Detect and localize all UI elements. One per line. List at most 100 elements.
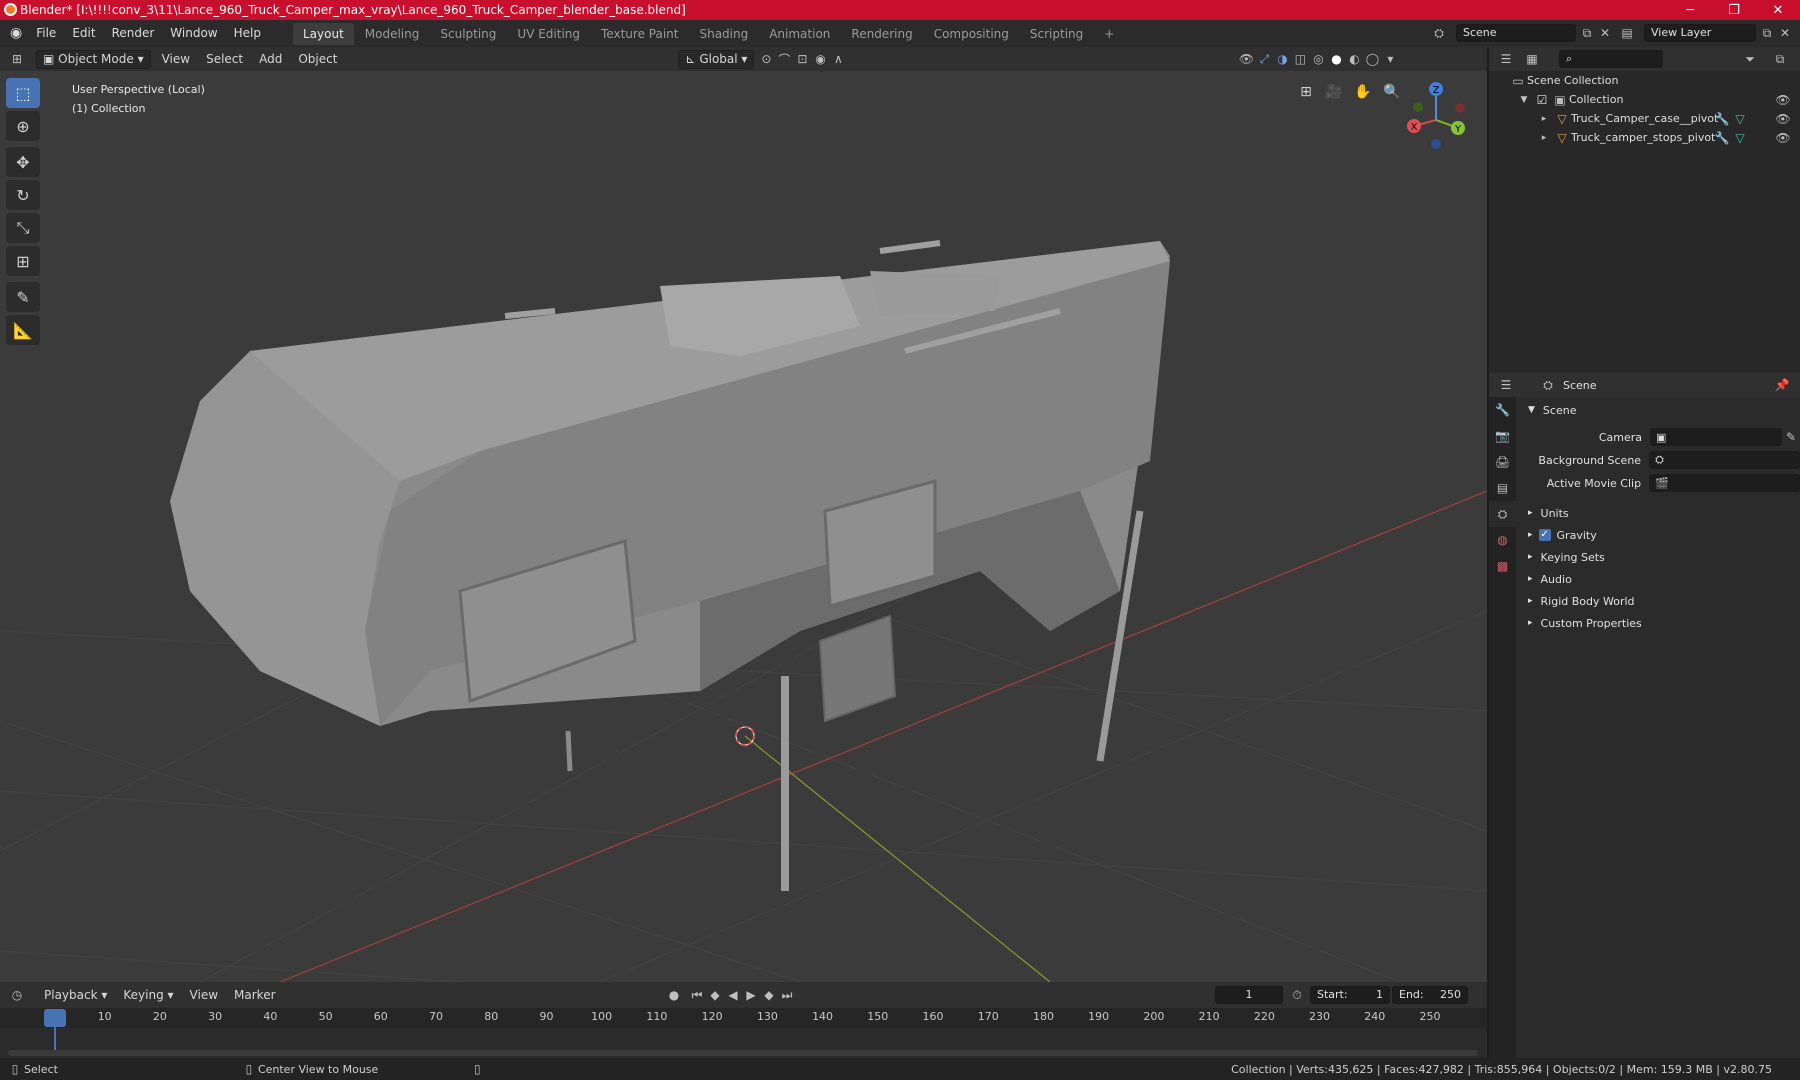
orientation-dropdown[interactable]: ⊾ Global ▾: [678, 49, 755, 69]
custom-properties-panel[interactable]: ▸ Custom Properties: [1518, 612, 1800, 634]
tab-texture-paint[interactable]: Texture Paint: [591, 23, 688, 45]
mesh-data-icon[interactable]: ▽: [1731, 129, 1749, 147]
current-frame-field[interactable]: 1: [1215, 986, 1283, 1004]
stopwatch-icon[interactable]: ⏱: [1288, 986, 1306, 1004]
expand-arrow-icon[interactable]: ▸: [1535, 129, 1553, 147]
material-shading-icon[interactable]: ◐: [1345, 50, 1363, 68]
menu-file[interactable]: File: [28, 20, 64, 47]
rigid-body-world-panel[interactable]: ▸ Rigid Body World: [1518, 590, 1800, 612]
expand-arrow-icon[interactable]: ▸: [1535, 110, 1553, 128]
outliner-row-collection[interactable]: ▼ ☑ ▣ Collection 👁: [1489, 90, 1800, 109]
view-layer-field[interactable]: View Layer: [1644, 24, 1756, 42]
pivot-icon[interactable]: ⊙: [757, 50, 775, 68]
tab-layout[interactable]: Layout: [292, 22, 354, 45]
cursor-tool-icon[interactable]: ⊕: [6, 111, 40, 141]
tab-scripting[interactable]: Scripting: [1020, 23, 1093, 45]
proportional-edit-icon[interactable]: ◉: [811, 50, 829, 68]
gizmo-toggle-icon[interactable]: ⤢: [1255, 50, 1273, 68]
properties-editor-icon[interactable]: ☰: [1497, 376, 1515, 394]
close-button[interactable]: ✕: [1756, 0, 1800, 20]
menu-keying[interactable]: Keying ▾: [115, 985, 181, 1005]
outliner-row-object[interactable]: ▸ ▽ Truck_Camper_case__pivot 🔧 ▽ 👁: [1489, 109, 1800, 128]
start-frame-field[interactable]: Start: 1: [1310, 986, 1390, 1004]
menu-window[interactable]: Window: [162, 20, 225, 47]
menu-timeline-view[interactable]: View: [182, 985, 226, 1005]
menu-select[interactable]: Select: [198, 49, 251, 69]
output-tab-icon[interactable]: 🖨: [1489, 449, 1516, 475]
toggle-grid-icon[interactable]: ⊞: [1293, 79, 1319, 105]
tab-animation[interactable]: Animation: [759, 23, 840, 45]
timeline-scrollbar[interactable]: [8, 1050, 1478, 1056]
checkbox-icon[interactable]: ☑: [1533, 91, 1551, 109]
measure-tool-icon[interactable]: 📐: [6, 315, 40, 345]
blender-menu-icon[interactable]: ◉: [0, 20, 28, 47]
timeline-editor-icon[interactable]: ◷: [8, 986, 26, 1004]
jump-start-icon[interactable]: ⏮: [688, 986, 706, 1004]
gravity-panel[interactable]: ▸ ✓ Gravity: [1518, 524, 1800, 546]
annotate-tool-icon[interactable]: ✎: [6, 282, 40, 312]
tool-tab-icon[interactable]: 🔧: [1489, 397, 1516, 423]
gravity-checkbox[interactable]: ✓: [1538, 529, 1551, 541]
pan-view-icon[interactable]: ✋: [1350, 79, 1376, 105]
delete-view-layer-icon[interactable]: ✕: [1776, 24, 1794, 42]
navigation-gizmo[interactable]: Z X Y: [1402, 78, 1486, 156]
tab-uv-editing[interactable]: UV Editing: [507, 23, 590, 45]
tab-sculpting[interactable]: Sculpting: [430, 23, 506, 45]
menu-playback[interactable]: Playback ▾: [36, 985, 115, 1005]
maximize-button[interactable]: ❐: [1712, 0, 1756, 20]
view-layer-icon[interactable]: ▤: [1618, 24, 1636, 42]
new-scene-icon[interactable]: ⧉: [1578, 24, 1596, 42]
display-mode-icon[interactable]: ▦: [1523, 50, 1541, 68]
scale-tool-icon[interactable]: ⤡: [6, 213, 40, 243]
gizmo-neg-z-icon[interactable]: [1431, 139, 1441, 149]
menu-help[interactable]: Help: [226, 20, 269, 47]
tab-shading[interactable]: Shading: [689, 23, 758, 45]
view-layer-tab-icon[interactable]: ▤: [1489, 475, 1516, 501]
outliner-search-input[interactable]: ⌕: [1559, 50, 1663, 68]
minimize-button[interactable]: ─: [1668, 0, 1712, 20]
rendered-shading-icon[interactable]: ◯: [1363, 50, 1381, 68]
next-keyframe-icon[interactable]: ◆: [760, 986, 778, 1004]
add-workspace-button[interactable]: +: [1094, 23, 1124, 45]
new-collection-icon[interactable]: ⧉: [1771, 50, 1789, 68]
end-frame-field[interactable]: End: 250: [1392, 986, 1468, 1004]
snap-target-icon[interactable]: ⊡: [793, 50, 811, 68]
snap-icon[interactable]: ⌒: [775, 50, 793, 68]
wireframe-shading-icon[interactable]: ◎: [1309, 50, 1327, 68]
menu-edit[interactable]: Edit: [64, 20, 103, 47]
filter-icon[interactable]: ⏷: [1741, 50, 1759, 68]
scene-selector-icon[interactable]: ⛭: [1430, 24, 1448, 42]
movie-clip-field[interactable]: 🎬: [1649, 474, 1800, 492]
visibility-icon[interactable]: 👁: [1237, 50, 1255, 68]
solid-shading-icon[interactable]: ●: [1327, 50, 1345, 68]
gizmo-neg-y-icon[interactable]: [1413, 102, 1423, 112]
tab-rendering[interactable]: Rendering: [841, 23, 922, 45]
rotate-tool-icon[interactable]: ↻: [6, 180, 40, 210]
audio-panel[interactable]: ▸ Audio: [1518, 568, 1800, 590]
truck-camper-model[interactable]: [170, 240, 1170, 891]
move-tool-icon[interactable]: ✥: [6, 147, 40, 177]
eye-icon[interactable]: 👁: [1774, 91, 1792, 109]
transform-tool-icon[interactable]: ⊞: [6, 246, 40, 276]
menu-marker[interactable]: Marker: [226, 985, 283, 1005]
menu-view[interactable]: View: [154, 49, 198, 69]
scene-field[interactable]: Scene: [1456, 24, 1576, 42]
jump-end-icon[interactable]: ⏭: [778, 986, 796, 1004]
delete-scene-icon[interactable]: ✕: [1596, 24, 1614, 42]
overlay-toggle-icon[interactable]: ◑: [1273, 50, 1291, 68]
menu-render[interactable]: Render: [104, 20, 163, 47]
shading-options-icon[interactable]: ▾: [1381, 50, 1399, 68]
render-tab-icon[interactable]: 📷: [1489, 423, 1516, 449]
play-reverse-icon[interactable]: ◀: [724, 986, 742, 1004]
falloff-icon[interactable]: ∧: [829, 50, 847, 68]
mode-dropdown[interactable]: ▣ Object Mode ▾: [36, 49, 151, 69]
keying-sets-panel[interactable]: ▸ Keying Sets: [1518, 546, 1800, 568]
3d-viewport[interactable]: [0, 71, 1487, 982]
outliner-row-object[interactable]: ▸ ▽ Truck_camper_stops_pivot 🔧 ▽ 👁: [1489, 128, 1800, 147]
modifier-icon[interactable]: 🔧: [1713, 110, 1731, 128]
menu-add[interactable]: Add: [251, 49, 290, 69]
tab-compositing[interactable]: Compositing: [924, 23, 1019, 45]
xray-icon[interactable]: ◫: [1291, 50, 1309, 68]
playhead-marker[interactable]: [44, 1009, 66, 1027]
tab-modeling[interactable]: Modeling: [355, 23, 430, 45]
